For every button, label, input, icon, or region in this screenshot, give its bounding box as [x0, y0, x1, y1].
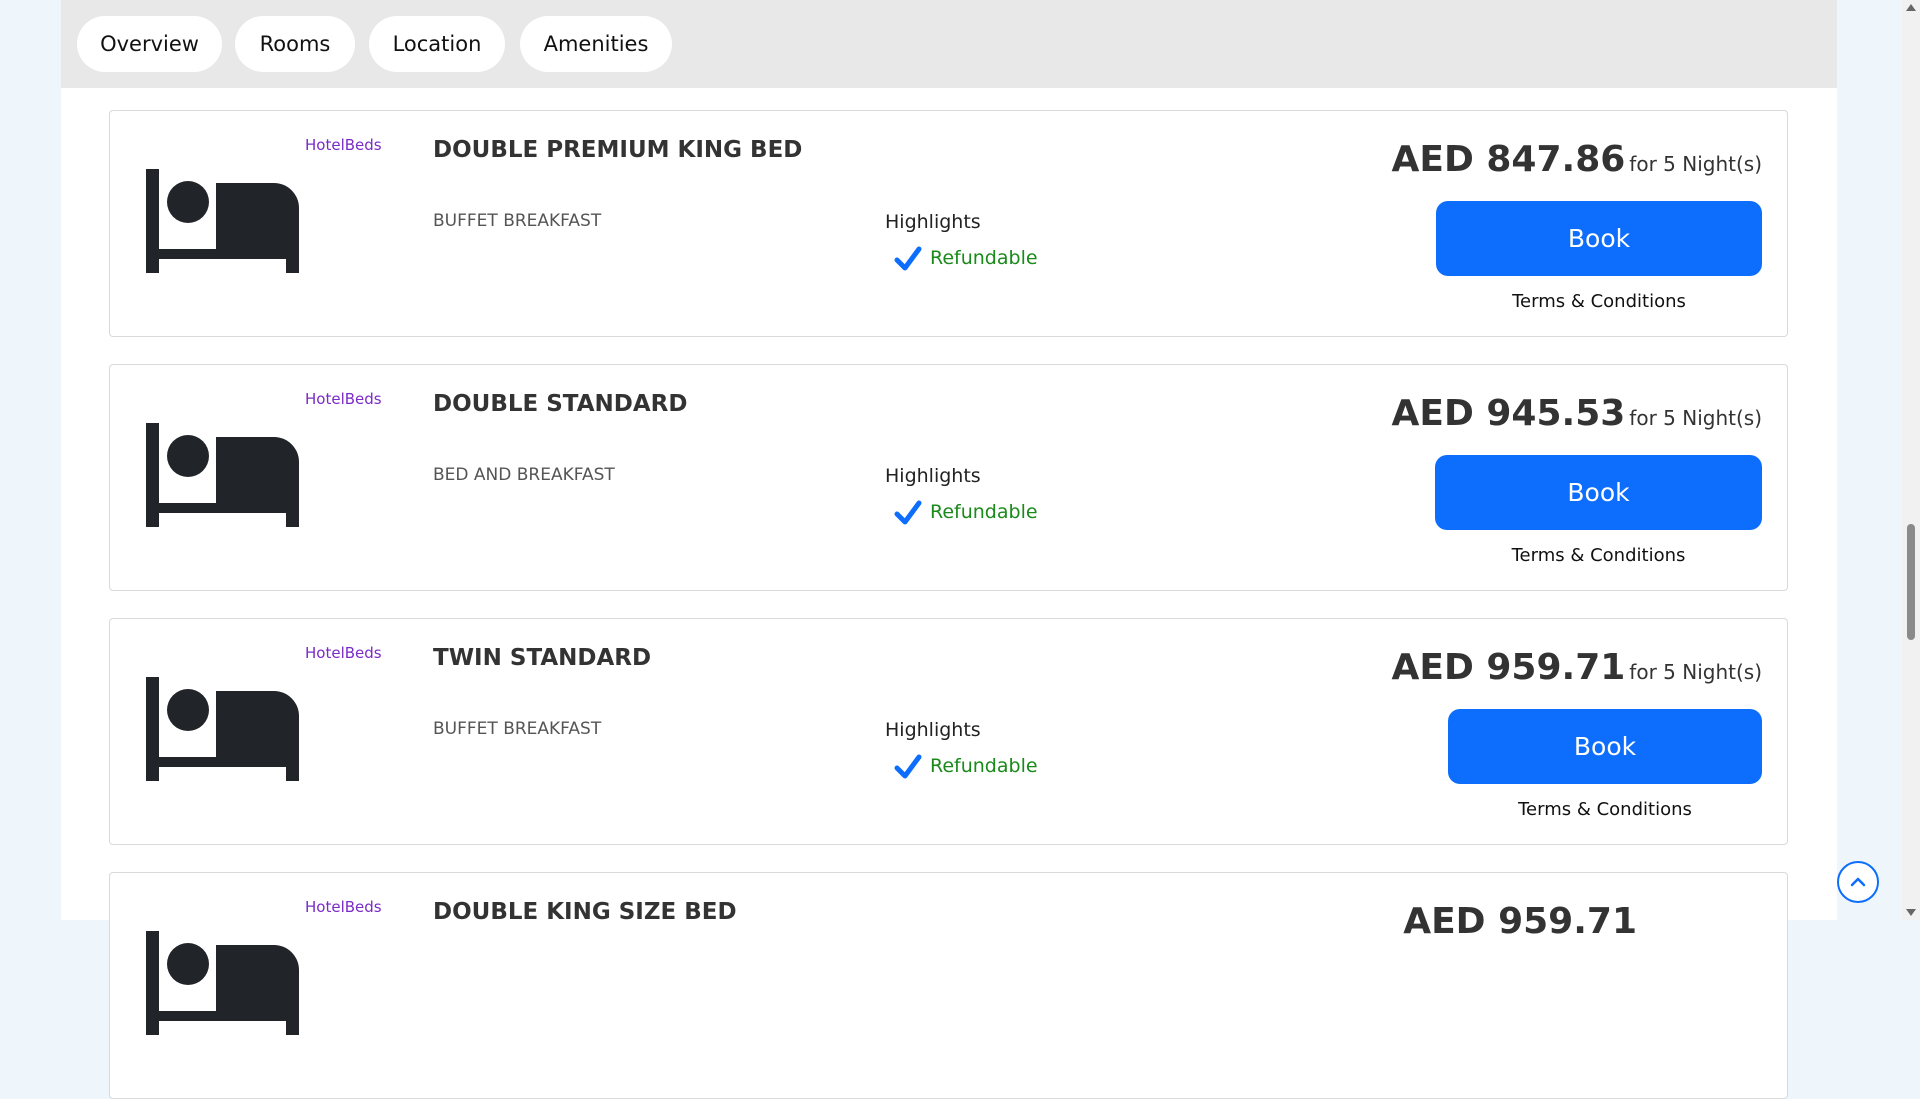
bed-icon [146, 677, 299, 781]
refundable-label: Refundable [930, 501, 1038, 523]
vertical-scrollbar[interactable] [1902, 0, 1920, 920]
check-icon [894, 500, 922, 525]
nights-label: for 5 Night(s) [1629, 152, 1762, 176]
bed-icon [146, 169, 299, 273]
tab-location[interactable]: Location [369, 16, 505, 72]
price-block: AED 959.71 [1403, 901, 1637, 942]
highlights-heading: Highlights [885, 719, 981, 741]
bed-icon [146, 931, 299, 1035]
tab-amenities[interactable]: Amenities [520, 16, 672, 72]
price-block: AED 959.71 for 5 Night(s) [1392, 647, 1763, 688]
supplier-label: HotelBeds [305, 644, 382, 662]
room-name: DOUBLE STANDARD [433, 391, 688, 417]
terms-link[interactable]: Terms & Conditions [1448, 799, 1762, 820]
terms-link[interactable]: Terms & Conditions [1435, 545, 1762, 566]
nights-label: for 5 Night(s) [1629, 660, 1762, 684]
room-card: HotelBeds DOUBLE KING SIZE BED AED 959.7… [109, 872, 1788, 1099]
scroll-down-arrow-icon[interactable] [1906, 909, 1916, 916]
refundable-label: Refundable [930, 755, 1038, 777]
price: AED 959.71 [1403, 901, 1637, 942]
room-card: HotelBeds DOUBLE STANDARD BED AND BREAKF… [109, 364, 1788, 591]
room-name: DOUBLE KING SIZE BED [433, 899, 737, 925]
check-icon [894, 754, 922, 779]
book-button[interactable]: Book [1435, 455, 1762, 530]
board-type: BUFFET BREAKFAST [433, 211, 602, 231]
price-block: AED 847.86 for 5 Night(s) [1392, 139, 1763, 180]
board-type: BED AND BREAKFAST [433, 465, 615, 485]
scrollbar-thumb[interactable] [1907, 524, 1915, 640]
room-card: HotelBeds TWIN STANDARD BUFFET BREAKFAST… [109, 618, 1788, 845]
price-block: AED 945.53 for 5 Night(s) [1392, 393, 1763, 434]
scroll-up-arrow-icon[interactable] [1906, 4, 1916, 11]
highlights-heading: Highlights [885, 211, 981, 233]
book-button[interactable]: Book [1448, 709, 1762, 784]
room-card: HotelBeds DOUBLE PREMIUM KING BED BUFFET… [109, 110, 1788, 337]
bed-icon [146, 423, 299, 527]
supplier-label: HotelBeds [305, 390, 382, 408]
terms-link[interactable]: Terms & Conditions [1436, 291, 1762, 312]
highlights-heading: Highlights [885, 465, 981, 487]
tab-rooms[interactable]: Rooms [235, 16, 355, 72]
price: AED 847.86 [1391, 139, 1626, 180]
back-to-top-button[interactable] [1837, 861, 1879, 903]
room-list: HotelBeds DOUBLE PREMIUM KING BED BUFFET… [0, 0, 1920, 1099]
book-button[interactable]: Book [1436, 201, 1762, 276]
section-tabs: Overview Rooms Location Amenities [61, 0, 1837, 88]
price: AED 945.53 [1391, 393, 1626, 434]
check-icon [894, 246, 922, 271]
tab-overview[interactable]: Overview [77, 16, 222, 72]
nights-label: for 5 Night(s) [1629, 406, 1762, 430]
room-name: TWIN STANDARD [433, 645, 652, 671]
board-type: BUFFET BREAKFAST [433, 719, 602, 739]
supplier-label: HotelBeds [305, 136, 382, 154]
chevron-up-icon [1850, 877, 1866, 887]
refundable-label: Refundable [930, 247, 1038, 269]
price: AED 959.71 [1391, 647, 1626, 688]
supplier-label: HotelBeds [305, 898, 382, 916]
room-name: DOUBLE PREMIUM KING BED [433, 137, 803, 163]
